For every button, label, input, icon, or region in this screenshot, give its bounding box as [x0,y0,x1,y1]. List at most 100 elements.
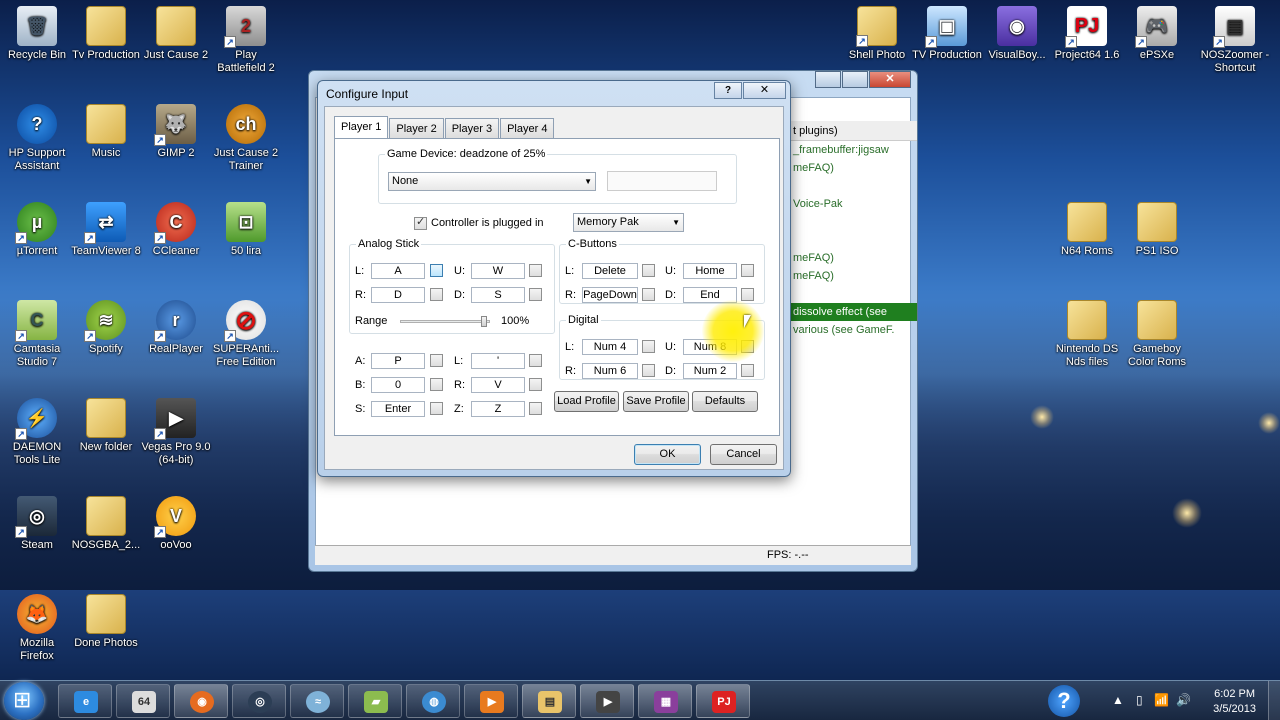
button-a-checkbox[interactable] [430,354,443,367]
close-button[interactable]: ✕ [869,71,911,88]
ok-button[interactable]: OK [634,444,701,465]
tab-player-4[interactable]: Player 4 [500,118,555,139]
desktop-icon-gbc-roms[interactable]: Gameboy Color Roms [1122,300,1192,369]
show-hidden-icons-icon[interactable]: ▲ [1112,693,1124,707]
load-profile-button[interactable]: Load Profile [554,391,619,412]
desktop-icon-daemon-tools[interactable]: ⚡ ↗ DAEMON Tools Lite [2,398,72,467]
analog-up-field[interactable]: W [471,263,525,279]
controller-plugged-checkbox[interactable] [414,215,427,230]
button-r-field[interactable]: V [471,377,525,393]
digital-down-field[interactable]: Num 2 [683,363,737,379]
taskbar-hdd[interactable]: ≈ [290,684,344,718]
desktop-icon-50-lira[interactable]: ⊡ 50 lira [211,202,281,258]
c-left-field[interactable]: Delete [582,263,638,279]
desktop-icon-ccleaner[interactable]: C ↗ CCleaner [141,202,211,258]
list-item[interactable]: various (see GameF. [789,321,917,339]
c-up-checkbox[interactable] [741,264,754,277]
start-button[interactable] [4,682,44,720]
desktop-icon-firefox[interactable]: 🦊 Mozilla Firefox [2,594,72,663]
minimize-button[interactable] [815,71,841,88]
close-button[interactable]: ✕ [743,82,786,99]
desktop-icon-recycle-bin[interactable]: 🗑 Recycle Bin [2,6,72,62]
desktop-icon-superantispyware[interactable]: ⊘ ↗ SUPERAnti... Free Edition [211,300,281,369]
desktop-icon-just-cause-2[interactable]: Just Cause 2 [141,6,211,62]
taskbar-camtasia[interactable]: ▰ [348,684,402,718]
taskbar-vegas[interactable]: ▶ [580,684,634,718]
clock[interactable]: 6:02 PM 3/5/2013 [1213,687,1256,717]
desktop-icon-nosgba[interactable]: NOSGBA_2... [71,496,141,552]
taskbar-winrar[interactable]: ▦ [638,684,692,718]
desktop-icon-oovoo[interactable]: V ↗ ooVoo [141,496,211,552]
digital-down-checkbox[interactable] [741,364,754,377]
list-item[interactable]: Voice-Pak [789,195,917,213]
desktop-icon-hp-support[interactable]: ? HP Support Assistant [2,104,72,173]
desktop-icon-project64[interactable]: PJ ↗ Project64 1.6 [1052,6,1122,62]
taskbar-network[interactable]: ◍ [406,684,460,718]
analog-left-field[interactable]: A [371,263,425,279]
digital-right-field[interactable]: Num 6 [582,363,638,379]
defaults-button[interactable]: Defaults [692,391,758,412]
desktop-icon-teamviewer[interactable]: ⇄ ↗ TeamViewer 8 [71,202,141,258]
tab-player-3[interactable]: Player 3 [444,118,500,139]
desktop-icon-tv-production[interactable]: Tv Production [71,6,141,62]
desktop-icon-nds-files[interactable]: Nintendo DS Nds files [1052,300,1122,369]
button-r-checkbox[interactable] [529,378,542,391]
desktop-icon-jc2-trainer[interactable]: ch Just Cause 2 Trainer [211,104,281,173]
taskbar-explorer[interactable]: ▤ [522,684,576,718]
device-icon[interactable]: ▯ [1136,693,1143,707]
desktop-icon-music[interactable]: Music [71,104,141,160]
analog-down-checkbox[interactable] [529,288,542,301]
button-b-checkbox[interactable] [430,378,443,391]
taskbar-media[interactable]: ▶ [464,684,518,718]
c-right-checkbox[interactable] [642,288,655,301]
list-item[interactable] [789,231,917,249]
button-a-field[interactable]: P [371,353,425,369]
desktop-icon-steam[interactable]: ◎ ↗ Steam [2,496,72,552]
list-item[interactable]: meFAQ) [789,267,917,285]
desktop-icon-realplayer[interactable]: r ↗ RealPlayer [141,300,211,356]
desktop-icon-n64-roms[interactable]: N64 Roms [1052,202,1122,258]
list-item[interactable]: meFAQ) [789,249,917,267]
desktop-icon-ps1-iso[interactable]: PS1 ISO [1122,202,1192,258]
analog-up-checkbox[interactable] [529,264,542,277]
button-l-checkbox[interactable] [529,354,542,367]
list-item[interactable] [789,213,917,231]
help-icon[interactable]: ? [1048,685,1080,717]
desktop-icon-epsxe[interactable]: 🎮 ↗ ePSXe [1122,6,1192,62]
volume-icon[interactable]: 🔊 [1176,693,1191,707]
button-b-field[interactable]: 0 [371,377,425,393]
desktop-icon-new-folder[interactable]: New folder [71,398,141,454]
list-item[interactable] [789,177,917,195]
list-item-selected[interactable]: dissolve effect (see [789,303,917,321]
taskbar-project64[interactable]: PJ [696,684,750,718]
c-right-field[interactable]: PageDown [582,287,638,303]
taskbar-firefox[interactable]: ◉ [174,684,228,718]
button-l-field[interactable]: ' [471,353,525,369]
tab-player-1[interactable]: Player 1 [334,116,389,140]
desktop-icon-tv-production-right[interactable]: ▣ ↗ TV Production [912,6,982,62]
game-device-select[interactable]: None ▼ [388,172,596,191]
configure-input-dialog[interactable]: Configure Input ? ✕ Player 1 Player 2 Pl… [317,80,791,477]
rom-list[interactable]: t plugins) _framebuffer:jigsaw meFAQ) Vo… [789,121,917,339]
analog-left-checkbox[interactable] [430,264,443,277]
desktop-icon-battlefield-2[interactable]: 2 ↗ Play Battlefield 2 [211,6,281,75]
desktop-icon-done-photos[interactable]: Done Photos [71,594,141,650]
c-left-checkbox[interactable] [642,264,655,277]
column-header[interactable]: t plugins) [789,121,917,141]
list-item[interactable]: meFAQ) [789,159,917,177]
desktop-icon-shell-photo[interactable]: ↗ Shell Photo [842,6,912,62]
desktop-icon-visualboy[interactable]: ◉ VisualBoy... [982,6,1052,62]
digital-left-field[interactable]: Num 4 [582,339,638,355]
range-slider[interactable] [400,320,490,323]
analog-right-checkbox[interactable] [430,288,443,301]
desktop-icon-gimp[interactable]: 🐺 ↗ GIMP 2 [141,104,211,160]
taskbar-steam[interactable]: ◎ [232,684,286,718]
desktop-icon-utorrent[interactable]: µ ↗ µTorrent [2,202,72,258]
desktop-icon-noszoomer[interactable]: ▤ ↗ NOSZoomer - Shortcut [1200,6,1270,75]
taskbar-project64-file[interactable]: 64 [116,684,170,718]
range-slider-thumb[interactable] [481,316,487,327]
list-item[interactable] [789,285,917,303]
digital-right-checkbox[interactable] [642,364,655,377]
tab-player-2[interactable]: Player 2 [389,118,444,139]
taskbar-ie[interactable]: e [58,684,112,718]
